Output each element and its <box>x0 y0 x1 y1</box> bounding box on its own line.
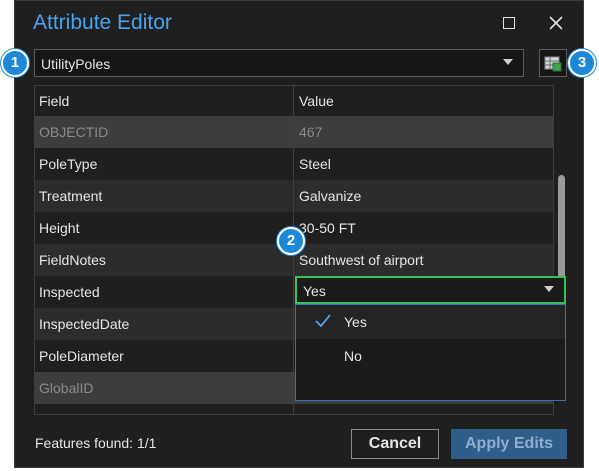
dropdown-option-label: Yes <box>344 314 367 330</box>
callout-badge: 2 <box>277 227 305 255</box>
field-name: GlobalID <box>39 380 94 396</box>
field-value: Southwest of airport <box>299 252 424 268</box>
close-icon <box>549 16 563 30</box>
field-name: FieldNotes <box>39 252 106 268</box>
field-name: Inspected <box>39 284 100 300</box>
inspected-dropdown[interactable]: Yes <box>295 276 566 304</box>
field-value: Galvanize <box>299 188 362 204</box>
callout-badge: 1 <box>1 49 29 77</box>
field-value: Steel <box>299 156 331 172</box>
table-row[interactable]: Treatment Galvanize <box>35 180 553 212</box>
field-name: Treatment <box>39 188 103 204</box>
dropdown-option-label: No <box>344 348 362 364</box>
inspected-dropdown-value: Yes <box>303 283 326 299</box>
field-value: 467 <box>299 124 323 140</box>
apply-edits-button[interactable]: Apply Edits <box>451 429 567 459</box>
callout-badge: 3 <box>568 49 596 77</box>
maximize-button[interactable] <box>499 13 519 33</box>
close-button[interactable] <box>546 13 566 33</box>
field-value: 30-50 FT <box>299 220 356 236</box>
cancel-button[interactable]: Cancel <box>351 429 439 459</box>
field-name: PoleType <box>39 156 98 172</box>
dropdown-option-yes[interactable]: Yes <box>296 305 565 339</box>
table-row[interactable]: OBJECTID 467 <box>35 116 553 148</box>
grid-header: Field Value <box>35 86 553 118</box>
field-name: Height <box>39 220 80 236</box>
chevron-down-icon <box>544 286 554 292</box>
layer-select-value: UtilityPoles <box>41 56 111 72</box>
field-name: OBJECTID <box>39 124 109 140</box>
table-row[interactable]: PoleType Steel <box>35 148 553 180</box>
layer-select[interactable]: UtilityPoles <box>34 49 524 77</box>
layer-table-icon <box>544 56 562 72</box>
features-found-status: Features found: 1/1 <box>35 435 157 451</box>
field-name: InspectedDate <box>39 316 130 332</box>
dropdown-option-no[interactable]: No <box>296 339 565 373</box>
field-name: PoleDiameter <box>39 348 124 364</box>
header-field: Field <box>39 93 70 109</box>
maximize-icon <box>503 17 515 29</box>
inspected-dropdown-list: Yes No <box>295 304 566 401</box>
dialog-title: Attribute Editor <box>33 11 172 34</box>
chevron-down-icon <box>503 59 513 65</box>
checkmark-icon <box>315 314 331 328</box>
layer-options-button[interactable] <box>539 49 567 77</box>
header-value: Value <box>299 93 334 109</box>
